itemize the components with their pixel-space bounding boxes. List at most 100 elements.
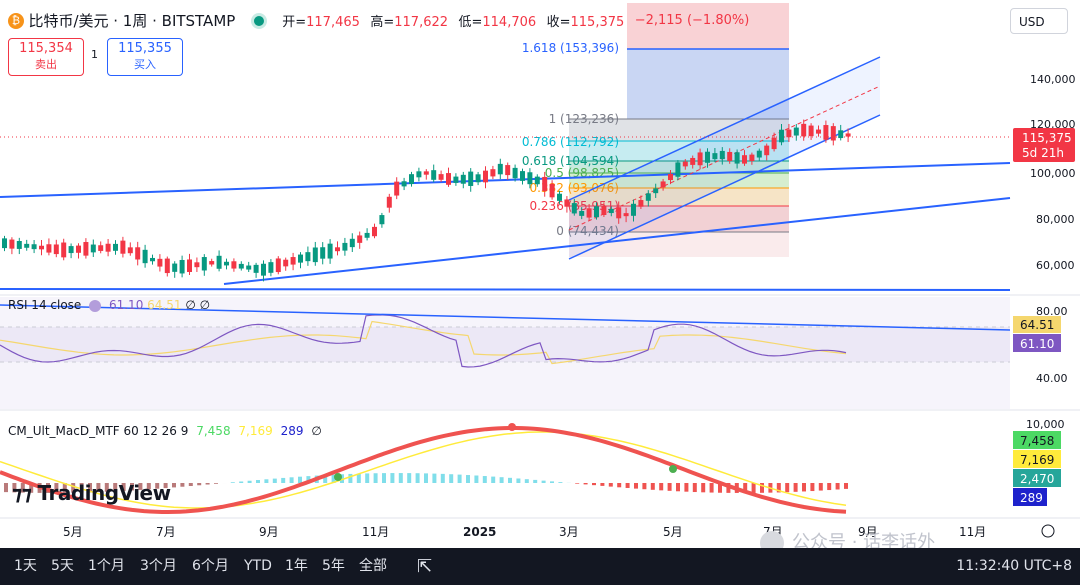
macd-legend: CM_Ult_MacD_MTF 60 12 26 9 7,458 7,169 2… [8,424,322,438]
market-status-icon[interactable] [253,15,264,26]
macd-histogram-bar [188,483,193,487]
macd-histogram-bar [516,478,521,483]
candle-body [431,170,437,180]
macd-histogram-bar [692,483,697,493]
candle-body [305,252,311,262]
ohlc-low: 低=114,706 [458,15,537,30]
candle-body [749,154,755,162]
rsi-tick: 40.00 [1036,372,1068,385]
macd-histogram-bar [844,483,848,489]
candle-body [135,247,141,260]
macd-histogram-bar [432,473,437,483]
macd-histogram-bar [625,483,630,488]
currency-label: USD [1019,15,1045,29]
candle-body [194,262,200,268]
range-1y[interactable]: 1年 [285,548,308,585]
macd-histogram-bar [205,483,210,485]
macd-cross-marker [334,473,342,481]
macd-histogram-bar [608,483,613,487]
macd-histogram-bar [348,473,353,483]
macd-histogram-bar [558,482,563,483]
candle-body [608,208,614,214]
candle-body [201,257,207,271]
bottom-toolbar: 1天 5天 1个月 3个月 6个月 YTD 1年 5年 全部 ⇱ 11:32:4… [0,548,1080,585]
candle-body [771,137,777,150]
candle-body [261,263,266,276]
buy-button[interactable]: 115,355 买入 [107,38,183,76]
candle-body [150,257,155,262]
candle-body [594,206,599,218]
macd-badge-value: 2,470 [1020,472,1054,486]
time-tick: 9月 [259,525,279,539]
candle-body [379,215,385,225]
macd-histogram-bar [701,483,706,493]
settings-icon[interactable] [1041,524,1055,538]
candle-body [571,203,577,214]
macd-cross-marker [508,423,516,431]
range-ytd[interactable]: YTD [244,548,272,585]
fib-label-1: 1 (123,236) [549,112,619,126]
candle-body [83,242,89,256]
candle-body [601,206,607,215]
indicator-icon [89,299,102,312]
candle-body [76,245,81,253]
macd-histogram-bar [684,483,689,492]
candle-body [497,163,503,175]
candle-body [172,263,178,272]
range-5y[interactable]: 5年 [322,548,345,585]
macd-histogram-bar [499,477,504,483]
spread-value: 1 [91,48,98,61]
macd-name: CM_Ult_MacD_MTF 60 12 26 9 [8,424,189,438]
macd-histogram-bar [785,483,790,493]
candle-body [187,259,192,272]
chart-canvas[interactable]: 1.618 (153,396) 1 (123,236) 0.786 (112,7… [0,0,1080,548]
range-3m[interactable]: 3个月 [140,548,177,585]
macd-histogram-bar [466,475,470,483]
macd-histogram-bar [592,483,596,486]
range-1m[interactable]: 1个月 [88,548,125,585]
rsi-legend: RSI 14 close 61.10 64.51 ∅ ∅ [8,298,210,312]
rsi-na: ∅ [185,298,196,312]
range-1d[interactable]: 1天 [14,548,37,585]
rsi-value: 61.10 [108,298,144,312]
macd-histogram-bar [373,473,378,483]
macd-histogram-bar [449,474,454,483]
candle-body [823,125,829,140]
price-axis[interactable]: 140,000 120,000 100,000 80,000 60,000 11… [1013,73,1076,506]
rsi-name: RSI 14 close [8,298,82,312]
candle-body [16,240,22,249]
date-range-icon[interactable]: ⇱ [417,548,432,585]
candle-body [830,126,836,141]
candle-body [779,129,784,143]
range-all[interactable]: 全部 [359,548,387,585]
range-5d[interactable]: 5天 [51,548,74,585]
time-tick: 11月 [362,525,389,539]
candle-body [2,238,7,249]
candle-body [157,258,163,267]
rsi-pane[interactable] [0,297,1011,409]
range-6m[interactable]: 6个月 [192,548,229,585]
candle-body [179,259,185,274]
macd-histogram-bar [810,483,815,492]
candle-body [453,176,459,183]
currency-selector[interactable]: USD [1010,8,1068,34]
candle-body [697,152,703,166]
candle-body [127,247,133,254]
macd-value: 289 [280,424,304,438]
price-tick: 80,000 [1036,213,1075,226]
ohlc-high: 高=117,622 [370,15,449,30]
candle-body [505,165,511,176]
sell-button[interactable]: 115,354 卖出 [8,38,84,76]
time-tick: 5月 [663,525,683,539]
candle-body [549,183,555,198]
candle-body [24,243,30,248]
candle-body [335,247,340,252]
buy-price: 115,355 [118,41,172,56]
candle-body [468,171,474,186]
candle-body [349,238,355,248]
clock[interactable]: 11:32:40 UTC+8 [956,548,1072,585]
candle-body [357,235,363,243]
candle-body [557,193,562,201]
time-tick: 2025 [463,525,496,539]
time-tick: 5月 [63,525,83,539]
